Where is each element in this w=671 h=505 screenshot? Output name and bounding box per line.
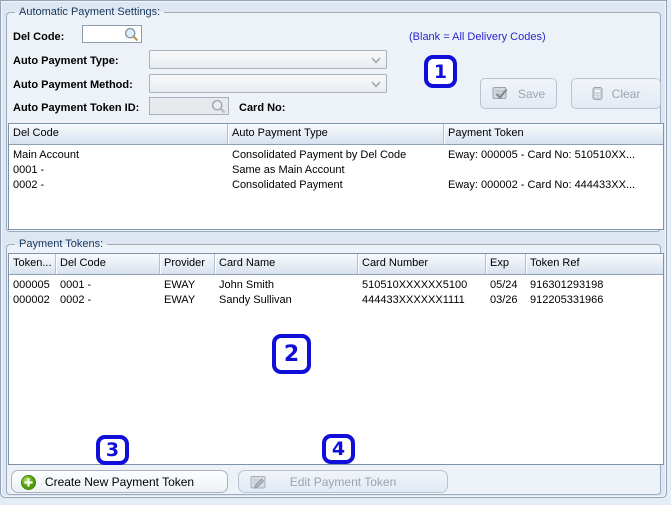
- column-header-exp[interactable]: Exp: [486, 254, 526, 274]
- save-check-icon: [492, 86, 509, 101]
- cell-card-number: 510510XXXXXX5100: [362, 279, 468, 291]
- cell-del-code: 0002 -: [13, 179, 45, 191]
- cell-token-ref: 916301293198: [530, 279, 604, 291]
- card-no-label: Card No:: [239, 102, 286, 114]
- cell-card-number: 444433XXXXXX1111: [362, 294, 465, 306]
- blank-hint-text: (Blank = All Delivery Codes): [409, 31, 546, 43]
- clear-bin-icon: [592, 86, 603, 101]
- column-header-token-ref[interactable]: Token Ref: [526, 254, 663, 274]
- search-icon[interactable]: [124, 27, 139, 42]
- edit-payment-token-label: Edit Payment Token: [289, 474, 397, 489]
- auto-payment-type-label: Auto Payment Type:: [13, 55, 119, 67]
- save-button[interactable]: Save: [480, 78, 557, 109]
- cell-provider: EWAY: [164, 294, 196, 306]
- del-code-label: Del Code:: [13, 31, 65, 43]
- chevron-down-icon: [370, 56, 382, 65]
- column-header-card-number[interactable]: Card Number: [358, 254, 486, 274]
- cell-payment-token: Eway: 000005 - Card No: 510510XX...: [448, 149, 636, 161]
- column-header-provider[interactable]: Provider: [160, 254, 215, 274]
- create-payment-token-label: Create New Payment Token: [44, 474, 195, 489]
- column-header-del-code[interactable]: Del Code: [9, 124, 228, 144]
- table-row[interactable]: 0001 - Same as Main Account: [9, 163, 663, 178]
- cell-del-code: 0001 -: [13, 164, 45, 176]
- column-header-payment-token[interactable]: Payment Token: [444, 124, 663, 144]
- cell-auto-payment-type: Consolidated Payment by Del Code: [232, 149, 407, 161]
- annotation-badge-4: 4: [322, 434, 355, 464]
- green-plus-icon: [21, 475, 36, 490]
- auto-payment-method-label: Auto Payment Method:: [13, 79, 133, 91]
- auto-payment-assignments-table: Del Code Auto Payment Type Payment Token…: [8, 123, 664, 230]
- edit-payment-token-button[interactable]: Edit Payment Token: [238, 470, 448, 493]
- column-header-auto-payment-type[interactable]: Auto Payment Type: [228, 124, 444, 144]
- cell-del-code: 0002 -: [60, 294, 92, 306]
- column-header-del-code[interactable]: Del Code: [56, 254, 160, 274]
- annotation-badge-1: 1: [424, 55, 457, 88]
- clear-button[interactable]: Clear: [571, 78, 661, 109]
- auto-payment-settings-legend: Automatic Payment Settings:: [19, 6, 161, 18]
- table-header-row: Token... Del Code Provider Card Name Car…: [9, 254, 663, 275]
- cell-del-code: 0001 -: [60, 279, 92, 291]
- cell-provider: EWAY: [164, 279, 196, 291]
- table-header-row: Del Code Auto Payment Type Payment Token: [9, 124, 663, 145]
- payment-settings-panel: Automatic Payment Settings: Del Code: (B…: [0, 0, 667, 498]
- cell-exp: 03/26: [490, 294, 518, 306]
- edit-pencil-icon: [250, 475, 267, 490]
- cell-card-name: John Smith: [219, 279, 275, 291]
- table-row[interactable]: Main Account Consolidated Payment by Del…: [9, 148, 663, 163]
- table-row[interactable]: 000002 0002 - EWAY Sandy Sullivan 444433…: [9, 293, 663, 308]
- chevron-down-icon: [370, 80, 382, 89]
- auto-payment-token-id-label: Auto Payment Token ID:: [13, 102, 140, 114]
- table-body: 000005 0001 - EWAY John Smith 510510XXXX…: [9, 275, 663, 308]
- table-row[interactable]: 000005 0001 - EWAY John Smith 510510XXXX…: [9, 278, 663, 293]
- cell-card-name: Sandy Sullivan: [219, 294, 292, 306]
- cell-payment-token: [444, 163, 663, 178]
- cell-exp: 05/24: [490, 279, 518, 291]
- payment-tokens-legend: Payment Tokens:: [19, 238, 104, 250]
- annotation-badge-2: 2: [272, 334, 311, 374]
- cell-token-ref: 912205331966: [530, 294, 604, 306]
- cell-token-id: 000005: [13, 279, 50, 291]
- column-header-card-name[interactable]: Card Name: [215, 254, 358, 274]
- cell-payment-token: Eway: 000002 - Card No: 444433XX...: [448, 179, 636, 191]
- annotation-badge-3: 3: [96, 435, 129, 465]
- auto-payment-method-select[interactable]: [149, 74, 387, 93]
- clear-button-label: Clear: [611, 86, 641, 101]
- cell-del-code: Main Account: [13, 149, 80, 161]
- create-payment-token-button[interactable]: Create New Payment Token: [11, 470, 228, 493]
- table-row[interactable]: 0002 - Consolidated Payment Eway: 000002…: [9, 178, 663, 193]
- search-icon[interactable]: [211, 99, 226, 114]
- auto-payment-type-select[interactable]: [149, 50, 387, 69]
- column-header-token[interactable]: Token...: [9, 254, 56, 274]
- cell-auto-payment-type: Consolidated Payment: [232, 179, 343, 191]
- save-button-label: Save: [517, 86, 546, 101]
- table-body: Main Account Consolidated Payment by Del…: [9, 145, 663, 193]
- cell-auto-payment-type: Same as Main Account: [232, 164, 345, 176]
- cell-token-id: 000002: [13, 294, 50, 306]
